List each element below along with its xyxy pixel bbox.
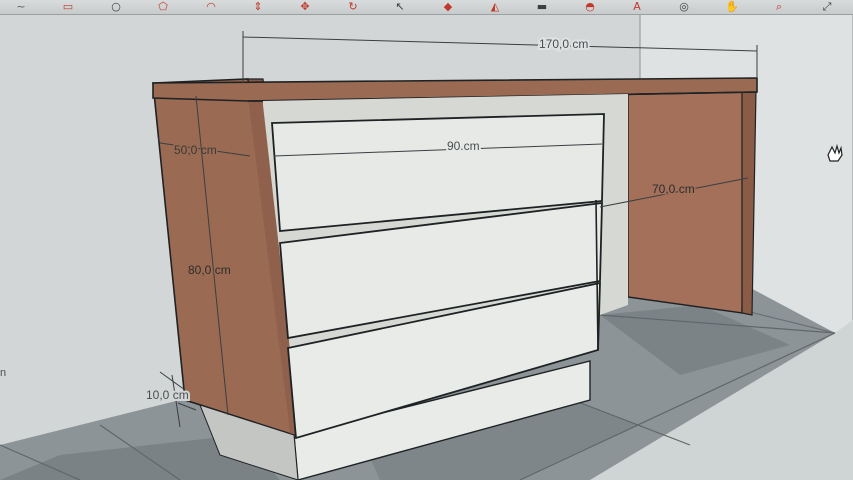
pan-icon[interactable]: ✋ <box>721 0 743 13</box>
rectangle-icon[interactable]: ▭ <box>57 0 79 13</box>
tape-measure-icon[interactable]: ▬ <box>531 0 553 13</box>
circle-icon[interactable]: ○ <box>105 0 127 13</box>
dim-drawer-width-label: 90 cm <box>447 139 480 153</box>
dim-leg-depth-label: 70,0 cm <box>652 182 695 196</box>
move-icon[interactable]: ✥ <box>294 0 316 13</box>
zoom-extents-icon[interactable]: ⤢ <box>816 0 838 13</box>
text-icon[interactable]: A <box>626 0 648 13</box>
right-leg-panel[interactable] <box>627 91 746 314</box>
dim-height-label: 80,0 cm <box>188 263 231 277</box>
polygon-icon[interactable]: ⬠ <box>152 0 174 13</box>
zoom-icon[interactable]: ⌕ <box>768 0 790 13</box>
dim-plinth-label: 10,0 cm <box>146 388 189 402</box>
rotate-icon[interactable]: ↻ <box>342 0 364 13</box>
desk-model[interactable]: 170,0 cm 50,0 cm 90 cm 70,0 cm 80,0 cm 1… <box>0 15 853 480</box>
orbit-icon[interactable]: ◎ <box>673 0 695 13</box>
dim-width-label: 170,0 cm <box>539 37 588 51</box>
paint-bucket-icon[interactable]: ◭ <box>484 0 506 13</box>
arc-icon[interactable]: ◠ <box>200 0 222 13</box>
push-pull-icon[interactable]: ⇕ <box>247 0 269 13</box>
select-arrow-icon[interactable]: ↖ <box>389 0 411 13</box>
toolbar: ~ ▭ ○ ⬠ ◠ ⇕ ✥ ↻ ↖ ◆ ◭ ▬ ◓ A ◎ ✋ ⌕ ⤢ <box>0 0 853 15</box>
eraser-icon[interactable]: ◆ <box>437 0 459 13</box>
model-viewport[interactable]: 170,0 cm 50,0 cm 90 cm 70,0 cm 80,0 cm 1… <box>0 15 853 480</box>
offscreen-label: n <box>0 367 7 379</box>
protractor-icon[interactable]: ◓ <box>579 0 601 13</box>
dim-depth-label: 50,0 cm <box>174 143 217 157</box>
scribble-icon[interactable]: ~ <box>10 0 32 13</box>
